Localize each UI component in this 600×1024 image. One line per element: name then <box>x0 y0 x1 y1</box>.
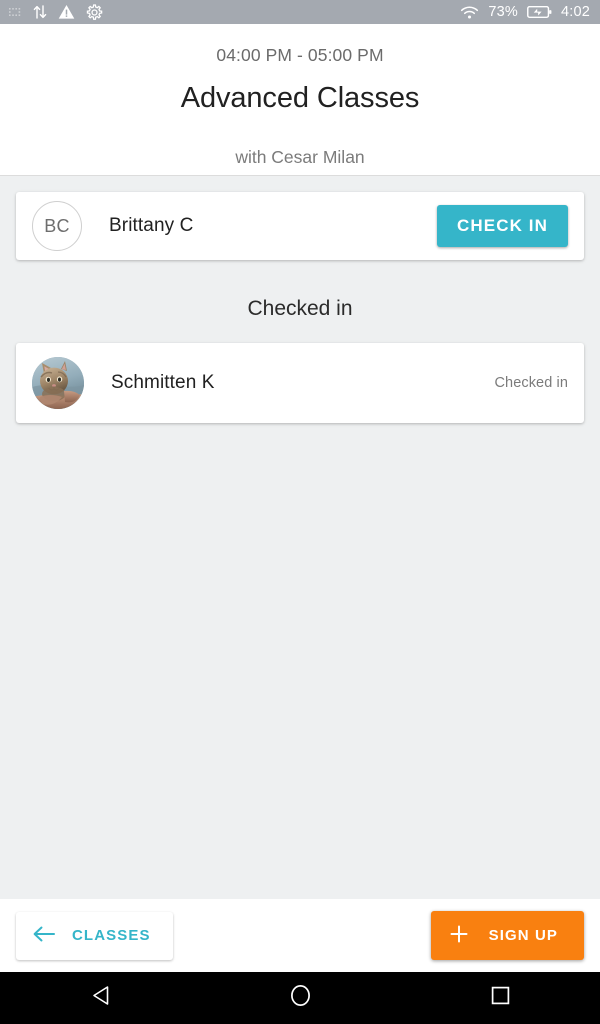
warning-triangle-icon <box>58 4 75 20</box>
check-in-button[interactable]: CHECK IN <box>437 205 568 247</box>
avatar-initials-label: BC <box>44 215 70 236</box>
status-bar-left-icons <box>8 3 103 21</box>
status-bar-right-indicators: 73% 4:02 <box>460 5 590 20</box>
classes-button-label: CLASSES <box>72 927 151 944</box>
status-badge: Checked in <box>494 375 568 391</box>
attendee-name: Brittany C <box>109 215 194 236</box>
sign-up-button-label: SIGN UP <box>488 927 558 944</box>
nav-recents-button[interactable] <box>400 972 600 1024</box>
nav-back-button[interactable] <box>0 972 200 1024</box>
page-title: Advanced Classes <box>180 82 420 114</box>
attendee-list: BC Brittany C CHECK IN Checked in Schmit… <box>0 176 600 899</box>
attendee-row-checked-in[interactable]: Schmitten K Checked in <box>16 343 584 423</box>
attendee-row-pending[interactable]: BC Brittany C CHECK IN <box>16 192 584 260</box>
wifi-icon <box>460 5 479 20</box>
status-bar: 73% 4:02 <box>0 0 600 24</box>
sync-arrows-icon <box>33 4 47 20</box>
classes-back-button[interactable]: CLASSES <box>16 911 173 960</box>
sign-up-button[interactable]: SIGN UP <box>430 911 584 960</box>
nav-home-button[interactable] <box>200 972 400 1024</box>
battery-percent-label: 73% <box>488 3 518 20</box>
kitten-photo <box>32 357 84 409</box>
dots-icon <box>8 5 22 19</box>
class-header: 04:00 PM - 05:00 PM Advanced Classes wit… <box>0 24 600 176</box>
android-nav-bar <box>0 972 600 1024</box>
avatar <box>32 357 84 409</box>
app-root: 73% 4:02 04:00 PM - 05:00 PM Advanced Cl… <box>0 0 600 1024</box>
circle-home-icon <box>290 984 311 1012</box>
plus-icon <box>449 924 469 947</box>
arrow-left-icon <box>32 925 56 946</box>
clock-label: 4:02 <box>560 3 590 20</box>
bottom-action-bar: CLASSES SIGN UP <box>0 899 600 972</box>
class-instructor: with Cesar Milan <box>235 147 365 167</box>
battery-charging-icon <box>527 5 552 19</box>
avatar: BC <box>32 201 82 251</box>
triangle-back-icon <box>91 985 110 1011</box>
checked-in-section-heading: Checked in <box>247 297 353 320</box>
class-time-range: 04:00 PM - 05:00 PM <box>216 45 384 65</box>
attendee-name: Schmitten K <box>111 372 215 393</box>
gear-icon <box>86 3 103 21</box>
square-recents-icon <box>491 986 510 1010</box>
